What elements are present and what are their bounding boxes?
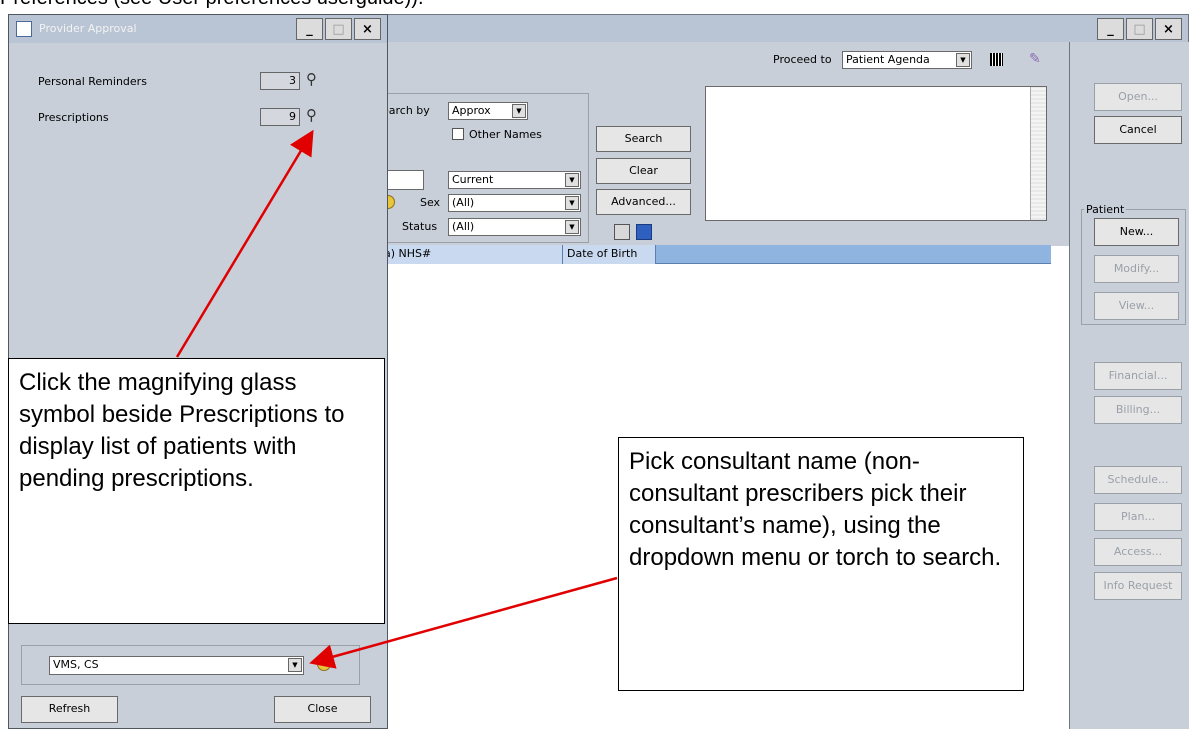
arrow-to-prescriptions [175,129,314,358]
annotation-arrows [175,129,618,669]
arrow-to-provider-select [309,576,618,669]
